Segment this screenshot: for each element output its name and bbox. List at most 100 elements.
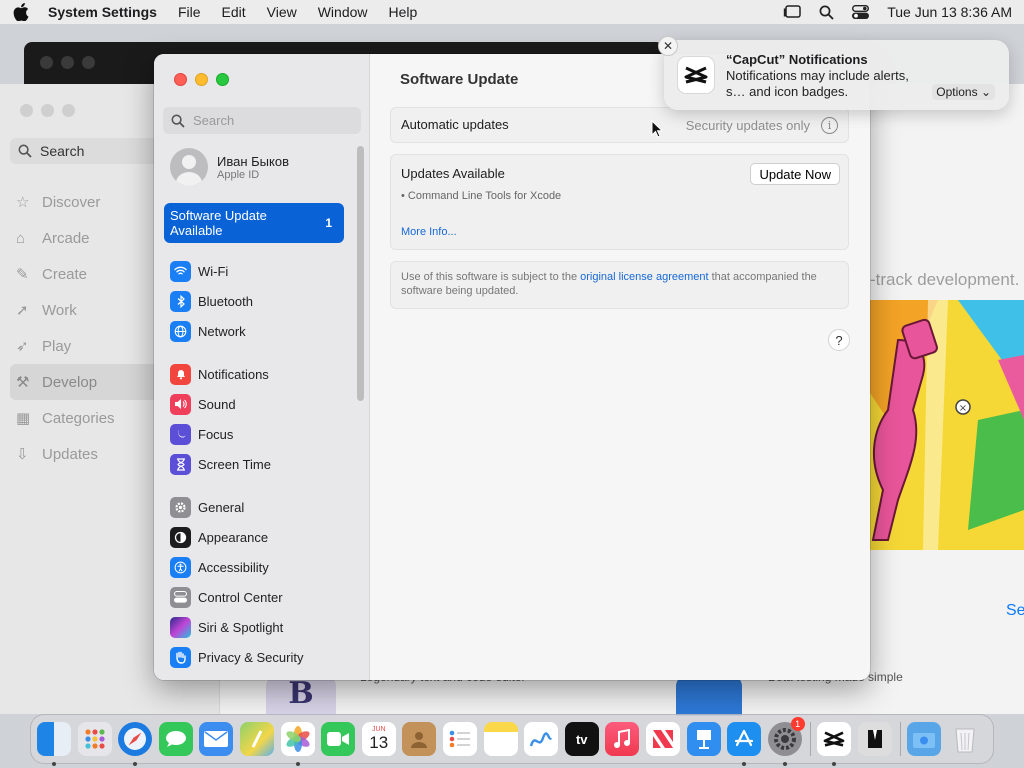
nav-label: Work	[42, 301, 77, 319]
license-prefix: Use of this software is subject to the	[401, 271, 581, 283]
reminders-icon[interactable]	[442, 722, 477, 756]
sidebar-item-siri-spotlight[interactable]: Siri & Spotlight	[164, 612, 344, 642]
sidebar-scrollbar[interactable]	[357, 146, 364, 401]
finder-icon[interactable]	[37, 722, 71, 766]
nav-label: Create	[42, 265, 88, 283]
hero-illustration: ×	[868, 300, 1024, 550]
menu-window[interactable]: Window	[318, 4, 368, 20]
zoom-button[interactable]	[62, 104, 75, 117]
sidebar-item-label: Network	[198, 323, 246, 339]
menu-file[interactable]: File	[178, 4, 201, 20]
brush-icon: ✎	[16, 266, 29, 283]
keynote-icon[interactable]	[686, 722, 721, 756]
sidebar-item-label: General	[198, 499, 245, 515]
avatar	[170, 148, 208, 186]
menu-help[interactable]: Help	[389, 4, 418, 20]
apple-tv-icon[interactable]: tv	[564, 722, 599, 756]
notification-options-button[interactable]: Options ⌄	[932, 84, 995, 100]
close-button[interactable]	[40, 56, 53, 69]
notification-close-button[interactable]: ✕	[658, 36, 678, 56]
window-controls	[40, 56, 95, 69]
freeform-icon[interactable]	[524, 722, 559, 756]
downloads-folder-icon[interactable]	[907, 722, 942, 756]
calendar-icon[interactable]: JUN 13	[361, 722, 396, 756]
search-icon	[171, 113, 185, 128]
spotlight-search-icon[interactable]	[819, 5, 834, 20]
menu-app-name[interactable]: System Settings	[48, 4, 157, 20]
notes-icon[interactable]	[483, 722, 518, 756]
sidebar-item-notifications[interactable]: Notifications	[164, 359, 344, 389]
siri-icon	[170, 616, 191, 638]
music-icon[interactable]	[605, 722, 640, 756]
license-agreement-link[interactable]: original license agreement	[580, 271, 708, 283]
testflight-app-icon[interactable]	[676, 676, 742, 716]
apple-tv-label: tv	[575, 731, 588, 747]
settings-search-field[interactable]: Search	[163, 107, 361, 134]
capcut-icon[interactable]	[817, 722, 852, 766]
updates-available-panel: Updates Available Update Now • Command L…	[390, 154, 849, 250]
app-store-hero-text: -track development.	[870, 270, 1020, 289]
update-count-badge: 1	[325, 216, 332, 230]
sidebar-item-label: Bluetooth	[198, 293, 253, 309]
system-settings-window: Search Иван Быков Apple ID Software Upda…	[154, 54, 870, 680]
menu-view[interactable]: View	[267, 4, 297, 20]
hourglass-icon	[170, 453, 191, 475]
nav-label: Develop	[42, 373, 98, 391]
running-indicator	[52, 762, 56, 766]
messages-icon[interactable]	[158, 722, 193, 756]
sidebar-group-notifications: Notifications Sound Focus Screen Time	[164, 359, 344, 479]
license-panel: Use of this software is subject to the o…	[390, 261, 849, 309]
app-store-icon[interactable]	[727, 722, 762, 766]
software-update-available-item[interactable]: Software Update Available 1	[164, 203, 344, 243]
sidebar-item-wifi[interactable]: Wi-Fi	[164, 256, 344, 286]
info-icon[interactable]: i	[821, 117, 838, 134]
mail-icon[interactable]	[199, 722, 234, 756]
launchpad-icon[interactable]	[77, 722, 112, 756]
safari-icon[interactable]	[118, 722, 153, 766]
news-icon[interactable]	[645, 722, 680, 756]
sidebar-item-focus[interactable]: Focus	[164, 419, 344, 449]
bbedit-app-icon[interactable]: B	[266, 676, 336, 716]
automatic-updates-row: Automatic updates Security updates only …	[390, 107, 849, 143]
update-now-button[interactable]: Update Now	[750, 163, 840, 185]
sidebar-item-sound[interactable]: Sound	[164, 389, 344, 419]
sidebar-item-screen-time[interactable]: Screen Time	[164, 449, 344, 479]
sidebar-item-network[interactable]: Network	[164, 316, 344, 346]
sidebar-item-bluetooth[interactable]: Bluetooth	[164, 286, 344, 316]
contacts-icon[interactable]	[402, 722, 437, 756]
minimize-button[interactable]	[41, 104, 54, 117]
help-button[interactable]: ?	[828, 329, 850, 351]
system-settings-icon[interactable]: 1	[767, 717, 805, 766]
sidebar-item-control-center[interactable]: Control Center	[164, 582, 344, 612]
capcut-notification[interactable]: ✕ “CapCut” Notifications Notifications m…	[658, 36, 1009, 110]
minimize-button[interactable]	[195, 73, 208, 86]
apple-id-account[interactable]: Иван Быков Apple ID	[170, 148, 289, 186]
close-button[interactable]	[174, 73, 187, 86]
settings-sidebar: Search Иван Быков Apple ID Software Upda…	[154, 54, 370, 680]
sidebar-item-accessibility[interactable]: Accessibility	[164, 552, 344, 582]
menu-clock[interactable]: Tue Jun 13 8:36 AM	[887, 4, 1012, 20]
maps-icon[interactable]	[239, 722, 274, 756]
running-indicator	[782, 762, 787, 766]
appearance-icon	[170, 526, 191, 548]
menu-edit[interactable]: Edit	[222, 4, 246, 20]
stage-manager-icon[interactable]	[783, 5, 801, 19]
sidebar-item-appearance[interactable]: Appearance	[164, 522, 344, 552]
svg-text:×: ×	[959, 403, 967, 414]
apple-menu-icon[interactable]	[12, 3, 30, 21]
software-update-pane: Software Update Automatic updates Securi…	[370, 54, 870, 680]
zoom-button[interactable]	[82, 56, 95, 69]
zoom-button[interactable]	[216, 73, 229, 86]
close-button[interactable]	[20, 104, 33, 117]
sidebar-item-general[interactable]: General	[164, 492, 344, 522]
minimize-button[interactable]	[61, 56, 74, 69]
see-all-link[interactable]: Se	[1006, 602, 1024, 620]
trash-icon[interactable]	[948, 722, 982, 756]
notification-title: “CapCut” Notifications	[726, 52, 868, 67]
sidebar-item-privacy-security[interactable]: Privacy & Security	[164, 642, 344, 672]
photos-icon[interactable]	[280, 722, 315, 766]
facetime-icon[interactable]	[321, 722, 356, 756]
bartender-icon[interactable]	[857, 722, 892, 756]
more-info-link[interactable]: More Info...	[401, 226, 457, 238]
control-center-icon[interactable]	[852, 5, 870, 19]
